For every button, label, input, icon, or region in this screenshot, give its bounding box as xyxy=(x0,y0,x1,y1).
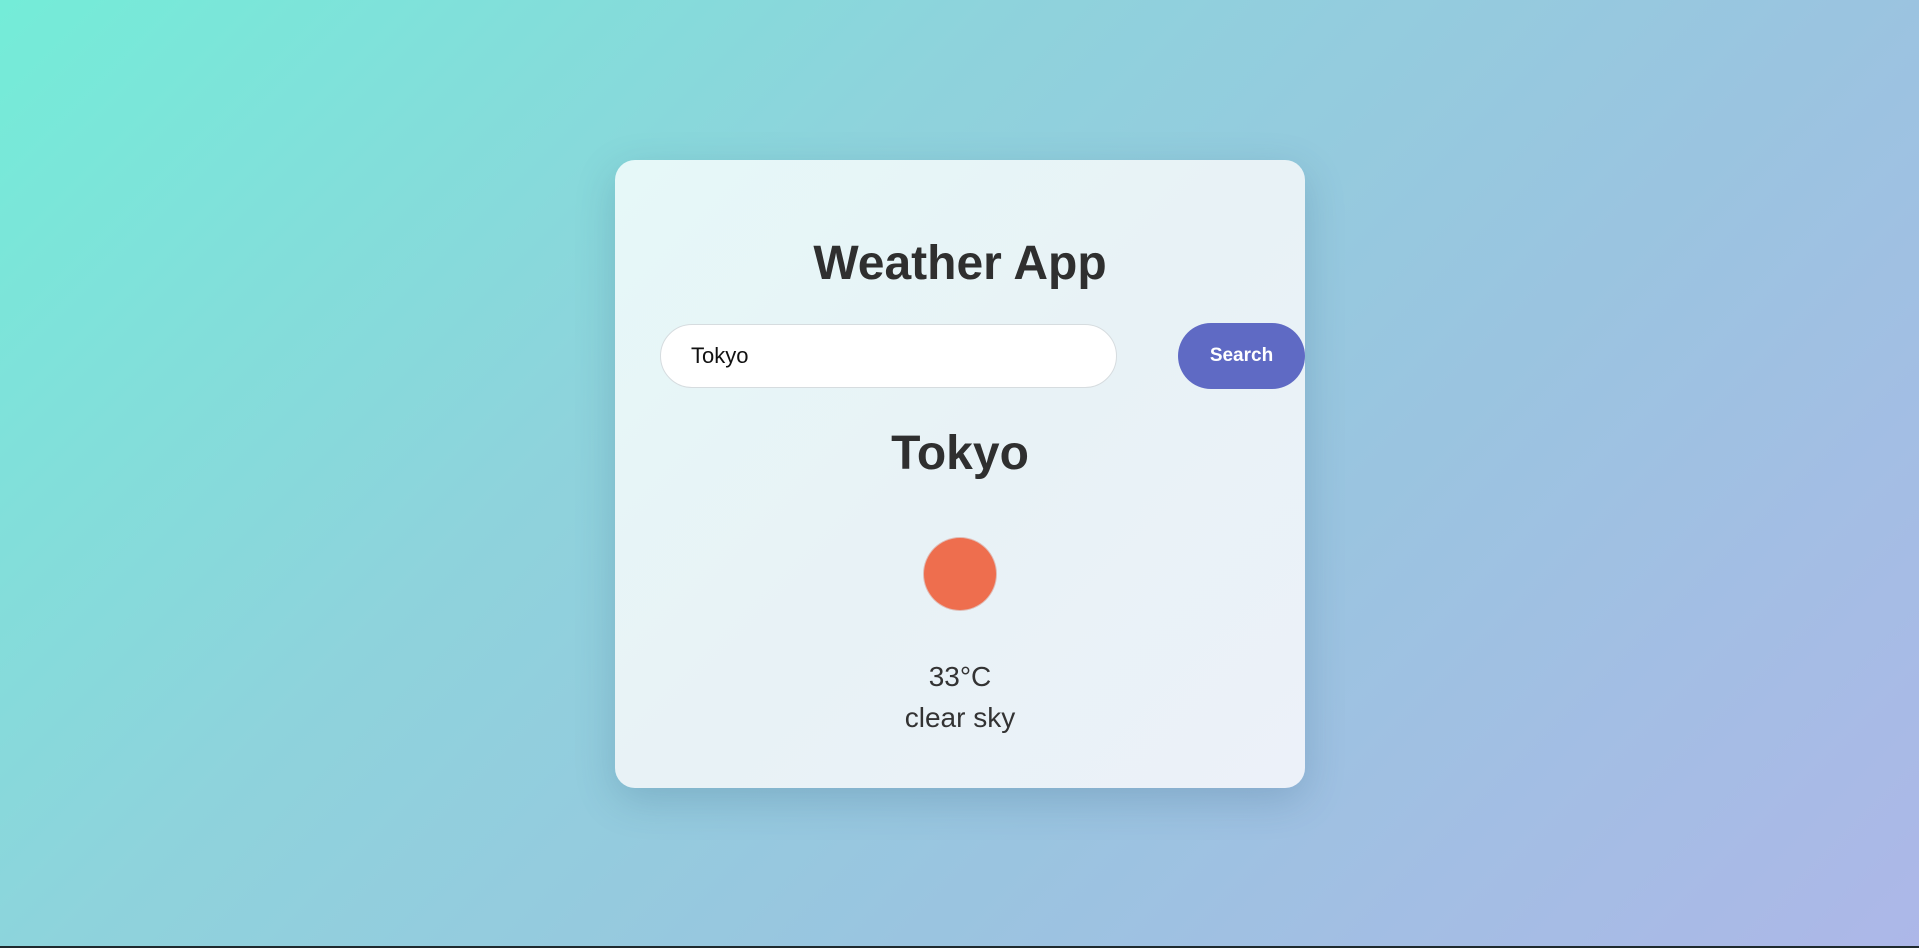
search-button[interactable]: Search xyxy=(1178,323,1305,389)
weather-card: Weather App Search Tokyo 33°C clear sky xyxy=(615,160,1305,788)
sun-icon xyxy=(924,538,996,610)
search-bar: Search xyxy=(660,323,1305,389)
weather-description: clear sky xyxy=(904,702,1016,733)
app-title: Weather App xyxy=(813,237,1107,290)
city-name: Tokyo xyxy=(891,427,1029,480)
city-search-input[interactable] xyxy=(660,324,1117,388)
temperature: 33°C xyxy=(928,661,992,692)
